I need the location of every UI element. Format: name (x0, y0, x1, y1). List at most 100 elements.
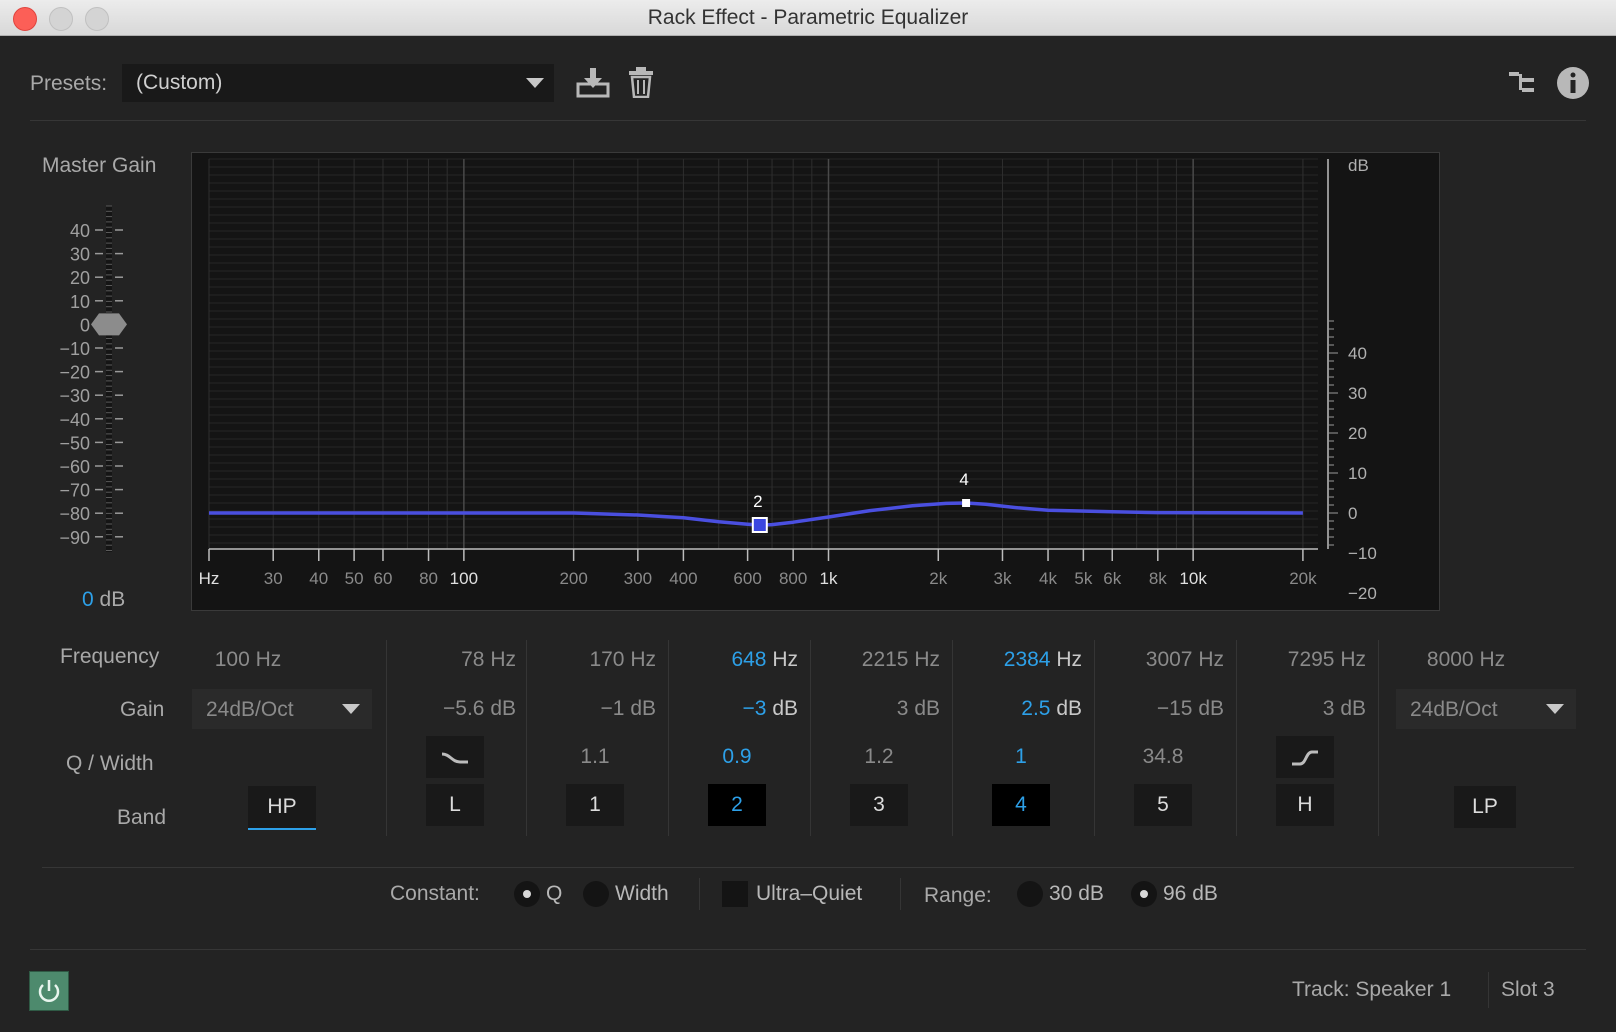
x-tick-label: 5k (1074, 569, 1092, 588)
presets-dropdown[interactable]: (Custom) (122, 64, 554, 102)
info-icon[interactable] (1556, 66, 1590, 100)
master-gain-readout[interactable]: 0 dB (82, 588, 125, 612)
band-3-gain[interactable]: 3 dB (810, 697, 940, 721)
gain-row-label: Gain (120, 698, 165, 721)
x-tick-label: 50 (345, 569, 364, 588)
hz-unit: Hz (630, 648, 656, 671)
lp-frequency[interactable]: 8000 Hz (1396, 648, 1536, 672)
master-gain-tick-label: −50 (59, 433, 90, 453)
separator (699, 878, 700, 910)
band-2-q[interactable]: 0.9 (677, 745, 797, 769)
master-gain-slider[interactable]: 40 30 20 10 0 −10 −20 −30 −40 −50 −60 −70 −80 −90 (40, 200, 150, 565)
band-2-button[interactable]: 2 (708, 784, 766, 826)
band-5-q[interactable]: 34.8 (1103, 745, 1223, 769)
download-icon[interactable] (576, 66, 610, 98)
band-L-frequency[interactable]: 78 Hz (386, 648, 516, 672)
band-2-handle[interactable] (751, 517, 768, 533)
lp-slope-dropdown[interactable]: 24dB/Oct (1396, 689, 1576, 729)
y-tick-label: 30 (1348, 384, 1367, 403)
db-unit: dB (1198, 697, 1224, 720)
trash-icon[interactable] (628, 66, 654, 98)
constant-width-radio[interactable] (583, 881, 609, 907)
band-4-frequency[interactable]: 2384 Hz (952, 648, 1082, 672)
band-1-button[interactable]: 1 (566, 784, 624, 826)
track-label: Track: Speaker 1 (1292, 978, 1452, 1001)
hp-frequency[interactable]: 100 Hz (192, 648, 304, 672)
master-gain-tick-label: 0 (80, 315, 90, 335)
x-tick-label: 1k (820, 569, 838, 588)
band-H-frequency[interactable]: 7295 Hz (1236, 648, 1366, 672)
chevron-down-icon (1546, 704, 1564, 714)
constant-label: Constant: (390, 882, 480, 905)
band-4-q[interactable]: 1 (961, 745, 1081, 769)
band-1-frequency[interactable]: 170 Hz (526, 648, 656, 672)
band-handle-label: 2 (753, 492, 762, 511)
x-tick-label: 10k (1179, 569, 1207, 588)
band-H-shape-button[interactable] (1276, 736, 1334, 778)
band-3-frequency[interactable]: 2215 Hz (810, 648, 940, 672)
y-tick-label: 10 (1348, 464, 1367, 483)
range-30-radio[interactable] (1017, 881, 1043, 907)
y-tick-label: 40 (1348, 344, 1367, 363)
y-tick-label: 0 (1348, 504, 1357, 523)
x-tick-label: 200 (559, 569, 587, 588)
band-1-gain[interactable]: −1 dB (526, 697, 656, 721)
power-button[interactable] (29, 971, 69, 1011)
band-4-button[interactable]: 4 (992, 784, 1050, 826)
slider-track (106, 206, 112, 552)
band-H-gain[interactable]: 3 dB (1236, 697, 1366, 721)
master-gain-thumb[interactable] (91, 313, 127, 336)
band-H-frequency-value: 7295 (1287, 648, 1335, 671)
divider (30, 120, 1586, 121)
q-width-row-label: Q / Width (66, 752, 154, 775)
master-gain-tick-label: 10 (70, 292, 90, 312)
band-2-frequency[interactable]: 648 Hz (668, 648, 798, 672)
master-gain-tick-label: −30 (59, 386, 90, 406)
band-3-button[interactable]: 3 (850, 784, 908, 826)
ultra-quiet-label[interactable]: Ultra–Quiet (756, 882, 862, 906)
constant-q-label[interactable]: Q (546, 882, 562, 906)
band-L-frequency-value: 78 (461, 648, 485, 671)
eq-graph-svg[interactable]: Hz 30 40 50 60 80 100 200 300 400 600 800 1k 2k 3k 4k 5k… (192, 153, 1439, 683)
band-3-q[interactable]: 1.2 (819, 745, 939, 769)
constant-q-radio[interactable] (514, 881, 540, 907)
band-5-frequency[interactable]: 3007 Hz (1094, 648, 1224, 672)
range-96-label[interactable]: 96 dB (1163, 882, 1218, 906)
band-4-handle[interactable] (962, 499, 971, 507)
db-unit: dB (772, 697, 798, 720)
hp-slope-value: 24dB/Oct (206, 698, 294, 721)
band-1-q[interactable]: 1.1 (535, 745, 655, 769)
db-unit: dB (1340, 697, 1366, 720)
routing-icon[interactable] (1508, 68, 1536, 96)
y-tick-label: −10 (1348, 544, 1377, 563)
hp-slope-dropdown[interactable]: 24dB/Oct (192, 689, 372, 729)
ultra-quiet-checkbox[interactable] (722, 881, 748, 907)
x-tick-label: 2k (929, 569, 947, 588)
y-tick-label: 20 (1348, 424, 1367, 443)
range-30-label[interactable]: 30 dB (1049, 882, 1104, 906)
hz-unit: Hz (1198, 648, 1224, 671)
band-lp-button[interactable]: LP (1454, 786, 1516, 828)
master-gain-tick-label: 40 (70, 221, 90, 241)
band-5-button[interactable]: 5 (1134, 784, 1192, 826)
chevron-down-icon (526, 78, 544, 88)
band-H-gain-value: 3 (1322, 697, 1335, 720)
band-2-gain[interactable]: −3 dB (668, 697, 798, 721)
x-tick-label: 300 (624, 569, 652, 588)
band-L-gain[interactable]: −5.6 dB (386, 697, 516, 721)
band-hp-button[interactable]: HP (248, 786, 316, 830)
band-4-gain[interactable]: 2.5 dB (952, 697, 1082, 721)
band-5-gain[interactable]: −15 dB (1094, 697, 1224, 721)
band-3-frequency-value: 2215 (861, 648, 909, 671)
constant-width-label[interactable]: Width (615, 882, 669, 906)
window-title: Rack Effect - Parametric Equalizer (647, 6, 969, 29)
x-tick-label: 60 (374, 569, 393, 588)
band-L-shape-button[interactable] (426, 736, 484, 778)
range-96-radio[interactable] (1131, 881, 1157, 907)
presets-label: Presets: (30, 72, 108, 95)
band-H-button[interactable]: H (1276, 784, 1334, 826)
band-L-button[interactable]: L (426, 784, 484, 826)
x-tick-label: 40 (309, 569, 328, 588)
master-gain-tick-label: 20 (70, 268, 90, 288)
x-tick-label: 20k (1289, 569, 1317, 588)
